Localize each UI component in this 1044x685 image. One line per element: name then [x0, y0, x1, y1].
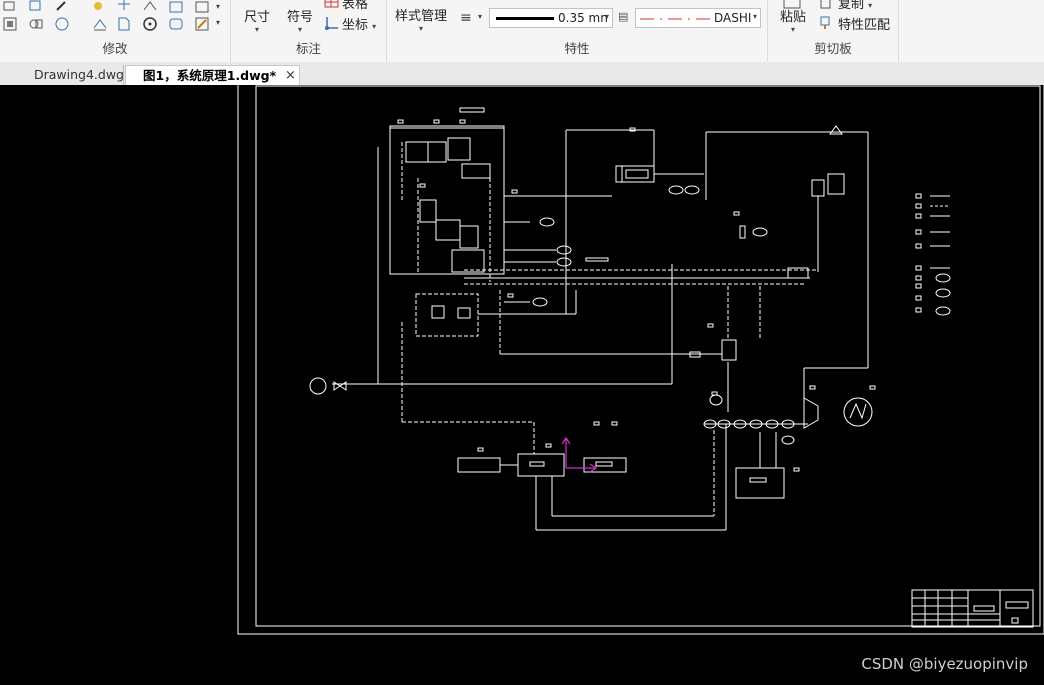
title-block: [911, 589, 1034, 628]
paste-label: 粘贴: [780, 10, 807, 25]
lineweight-list-icon[interactable]: ≡: [460, 10, 472, 26]
file-tab-bar: Drawing4.dwg 图1，系统原理1.dwg* ×: [0, 62, 1044, 86]
fillet-icon[interactable]: [92, 0, 108, 16]
copy-icon[interactable]: [818, 0, 834, 11]
block-icon[interactable]: [194, 0, 210, 16]
sheet-inner-border: [255, 85, 1041, 627]
table-icon[interactable]: [324, 0, 340, 10]
table-button[interactable]: 表格: [342, 0, 368, 12]
style-manager-button[interactable]: 样式管理 ▾: [395, 5, 447, 33]
match-properties-button[interactable]: 特性匹配: [838, 14, 890, 33]
drawing-canvas[interactable]: CSDN @biyezuopinvip: [0, 85, 1044, 685]
copy-label: 复制: [838, 0, 865, 12]
ucs-icon: [561, 436, 598, 473]
schematic-drawing: [237, 85, 1044, 635]
tab-system-schematic-label: 图1，系统原理1.dwg*: [143, 68, 277, 83]
rotate-icon[interactable]: [116, 16, 132, 32]
linetype-select[interactable]: DASHI ▾: [635, 8, 761, 28]
symbol-button[interactable]: 符号 ▾: [287, 6, 313, 34]
watermark: CSDN @biyezuopinvip: [861, 655, 1028, 673]
mirror-icon[interactable]: [142, 0, 158, 16]
refresh-icon[interactable]: [142, 16, 158, 32]
offset-icon[interactable]: [54, 16, 70, 32]
clipboard-group-label: 剪切板: [814, 41, 852, 56]
array-icon[interactable]: [2, 16, 18, 32]
control-manifold: [389, 125, 505, 275]
modify-group: ▾ ▾ 修改: [0, 0, 231, 62]
chevron-down-icon[interactable]: ▾: [478, 12, 482, 21]
sheet-outer-border: [237, 85, 1044, 635]
tab-system-schematic[interactable]: 图1，系统原理1.dwg* ×: [125, 65, 300, 85]
hatch-icon[interactable]: [168, 16, 184, 32]
trim-icon[interactable]: [116, 0, 132, 16]
close-icon[interactable]: ×: [285, 66, 296, 86]
paste-button[interactable]: 粘贴 ▾: [780, 6, 806, 34]
coordinate-label: 坐标: [342, 18, 369, 33]
match-properties-icon[interactable]: [818, 15, 834, 31]
properties-group-label: 特性: [564, 41, 590, 56]
pencil-icon[interactable]: [54, 0, 70, 16]
ribbon: ▾ ▾ 修改 尺寸 ▾ 符号 ▾ 表格 坐标 ▾ 标注 样式管理 ▾ ≡ ▾ 0.35…: [0, 0, 1044, 63]
lineweight-select[interactable]: 0.35 mn ▾: [489, 8, 613, 28]
clipboard-group: 粘贴 ▾ 复制 ▾ 特性匹配 剪切板: [768, 0, 899, 62]
move-icon[interactable]: [92, 16, 108, 32]
tab-drawing4-label: Drawing4.dwg: [34, 67, 124, 82]
chevron-down-icon[interactable]: ▾: [216, 18, 220, 27]
legend-symbols: [915, 193, 951, 316]
dimension-button[interactable]: 尺寸 ▾: [244, 6, 270, 34]
symbol-label: 符号: [287, 10, 314, 25]
stretch-icon[interactable]: [2, 0, 18, 16]
scale-icon[interactable]: [28, 0, 44, 16]
tab-drawing4[interactable]: Drawing4.dwg: [6, 65, 124, 85]
pump-symbol: [309, 377, 327, 395]
linetype-value: DASHI: [714, 11, 752, 25]
edit-block-icon[interactable]: [194, 16, 210, 32]
copy-button[interactable]: 复制 ▾: [838, 0, 872, 12]
annotation-group: 尺寸 ▾ 符号 ▾ 表格 坐标 ▾ 标注: [231, 0, 387, 62]
chevron-down-icon[interactable]: ▾: [216, 2, 220, 11]
annotation-group-label: 标注: [295, 41, 321, 56]
actuator-left: [457, 457, 501, 473]
tank: [735, 467, 785, 499]
motor-symbol: [843, 397, 873, 427]
copy-objects-icon[interactable]: [28, 16, 44, 32]
dimension-label: 尺寸: [244, 10, 271, 25]
style-manager-label: 样式管理: [395, 9, 448, 24]
linetype-list-icon[interactable]: ▤: [618, 10, 628, 23]
lineweight-value: 0.35 mn: [558, 11, 608, 25]
coordinate-button[interactable]: 坐标 ▾: [342, 14, 376, 33]
properties-group: 样式管理 ▾ ≡ ▾ 0.35 mn ▾ ▤ DASHI ▾ 特性: [387, 0, 768, 62]
layout-icon[interactable]: [168, 0, 184, 16]
relief-valve: [811, 179, 825, 197]
modify-group-label: 修改: [102, 41, 128, 56]
coordinate-icon[interactable]: [324, 15, 340, 31]
